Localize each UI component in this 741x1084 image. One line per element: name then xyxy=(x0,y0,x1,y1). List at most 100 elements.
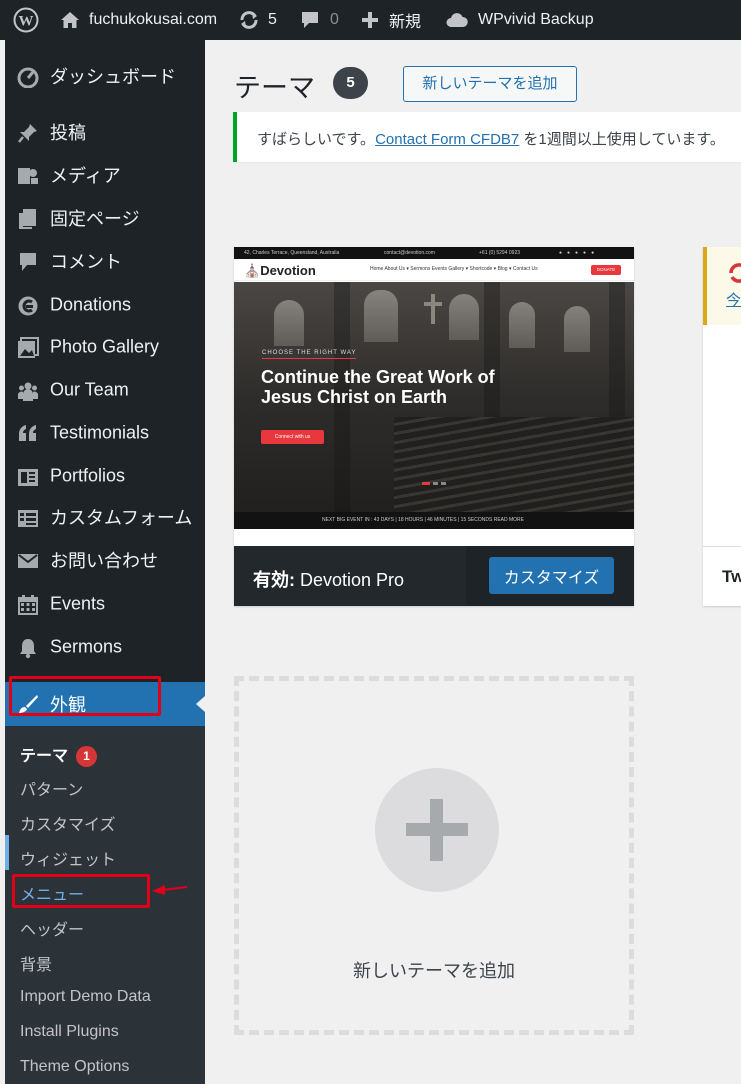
window-arch xyxy=(449,294,479,340)
menu-contact[interactable]: お問い合わせ xyxy=(5,540,205,580)
add-new-theme-label: 新しいテーマを追加 xyxy=(353,961,515,981)
submenu-patterns[interactable]: パターン xyxy=(20,776,83,800)
menu-label: Donations xyxy=(50,294,132,315)
screenshot-email: contact@devotion.com xyxy=(384,250,435,256)
screenshot-headline: Continue the Great Work of Jesus Christ … xyxy=(261,367,495,407)
updates-count: 5 xyxy=(268,11,277,28)
menu-label: Photo Gallery xyxy=(50,336,160,357)
menu-posts[interactable]: 投稿 xyxy=(5,112,205,152)
menu-dashboard[interactable]: ダッシュボード xyxy=(5,56,205,96)
submenu-widgets[interactable]: ウィジェット xyxy=(20,846,116,870)
submenu-label: Import Demo Data xyxy=(20,988,151,1005)
new-content-link[interactable]: 新規 xyxy=(361,0,421,40)
calendar-icon xyxy=(17,594,39,616)
menu-pages[interactable]: 固定ページ xyxy=(5,198,205,238)
notice-suffix: を1週間以上使用しています。 xyxy=(519,131,725,148)
admin-notice: すばらしいです。Contact Form CFDB7 を1週間以上使用しています… xyxy=(233,112,741,162)
svg-text:W: W xyxy=(19,14,34,30)
notice-text: すばらしいです。Contact Form CFDB7 を1週間以上使用しています… xyxy=(257,128,725,149)
gallery-icon xyxy=(17,337,39,359)
menu-label: Sermons xyxy=(50,636,123,657)
new-label: 新規 xyxy=(389,14,422,31)
customize-button[interactable]: カスタマイズ xyxy=(489,557,614,594)
submenu-header[interactable]: ヘッダー xyxy=(20,916,84,940)
screenshot-topbar: 42, Charles Terrace, Queensland, Austral… xyxy=(234,247,634,259)
menu-label: 固定ページ xyxy=(50,209,140,229)
menu-custom-form[interactable]: カスタムフォーム xyxy=(5,497,205,537)
add-new-theme-card[interactable]: 新しいテーマを追加 xyxy=(234,676,634,1035)
submenu-theme-options[interactable]: Theme Options xyxy=(20,1058,129,1076)
wordpress-logo-icon[interactable]: W xyxy=(13,0,39,40)
menu-portfolios[interactable]: Portfolios xyxy=(5,456,205,496)
menu-label: 投稿 xyxy=(50,123,86,143)
add-plus-icon xyxy=(375,768,499,892)
menu-label: Events xyxy=(50,593,106,614)
wpvivid-backup-link[interactable]: WPvivid Backup xyxy=(446,0,594,40)
theme-card-partial-footer: Tw xyxy=(703,546,741,606)
cloud-icon xyxy=(446,12,468,28)
submenu-import-demo-data[interactable]: Import Demo Data xyxy=(20,988,151,1006)
screenshot-social-icons: ●●●●● xyxy=(559,250,600,256)
plus-icon xyxy=(361,11,379,29)
menu-label: カスタムフォーム xyxy=(50,508,193,528)
menu-events[interactable]: Events xyxy=(5,584,205,624)
window-arch xyxy=(364,290,398,342)
screenshot-kicker: CHOOSE THE RIGHT WAY xyxy=(262,350,357,359)
submenu-label: Install Plugins xyxy=(20,1023,119,1040)
admin-sidebar: ダッシュボード 投稿 メディア 固定ページ コメント Donations Pho… xyxy=(5,40,205,1084)
submenu-themes[interactable]: テーマ 1 xyxy=(20,742,98,768)
menu-donations[interactable]: Donations xyxy=(5,285,205,325)
menu-label: メディア xyxy=(50,166,121,186)
page-title: テーマ xyxy=(234,73,315,103)
menu-photo-gallery[interactable]: Photo Gallery xyxy=(5,327,205,367)
comments-count: 0 xyxy=(330,11,339,28)
menu-label: Our Team xyxy=(50,379,129,400)
submenu-label: パターン xyxy=(20,782,84,799)
menu-testimonials[interactable]: Testimonials xyxy=(5,413,205,453)
notice-prefix: すばらしいです。 xyxy=(257,131,376,148)
window-arch xyxy=(274,300,304,346)
notice-plugin-link[interactable]: Contact Form CFDB7 xyxy=(375,131,519,148)
annotation-box-menus xyxy=(12,874,150,908)
submenu-label: テーマ xyxy=(20,748,69,765)
pages-icon xyxy=(17,208,39,230)
update-icon xyxy=(729,263,741,283)
site-link[interactable]: fuchukokusai.com xyxy=(60,0,217,40)
menu-our-team[interactable]: Our Team xyxy=(5,370,205,410)
menu-label: Portfolios xyxy=(50,465,126,486)
theme-card-partial[interactable]: 今 Tw xyxy=(703,247,741,606)
comments-link[interactable]: 0 xyxy=(300,0,339,40)
submenu-customize[interactable]: カスタマイズ xyxy=(20,811,116,835)
quote-icon xyxy=(17,423,39,445)
slider-dots-icon xyxy=(422,482,446,485)
menu-media[interactable]: メディア xyxy=(5,155,205,195)
screenshot-hero: CHOOSE THE RIGHT WAY Continue the Great … xyxy=(234,282,634,529)
menu-label: お問い合わせ xyxy=(50,551,158,571)
update-available-notice: 今 xyxy=(703,247,741,325)
menu-comments[interactable]: コメント xyxy=(5,241,205,281)
screenshot-menu: Home About Us ▾ Sermons Events Gallery ▾… xyxy=(370,266,538,272)
window-arch xyxy=(564,306,590,352)
donations-icon xyxy=(17,295,39,317)
active-indicator xyxy=(196,696,205,712)
active-theme-card[interactable]: 42, Charles Terrace, Queensland, Austral… xyxy=(234,247,634,606)
menu-label: ダッシュボード xyxy=(50,67,176,87)
annotation-arrow-icon xyxy=(152,885,188,895)
add-new-theme-button[interactable]: 新しいテーマを追加 xyxy=(403,66,577,102)
mail-icon xyxy=(17,550,39,572)
menu-sermons[interactable]: Sermons xyxy=(5,627,205,667)
pin-icon xyxy=(17,122,39,144)
screenshot-nav: ⛪Devotion Home About Us ▾ Sermons Events… xyxy=(234,259,634,281)
portfolio-icon xyxy=(17,466,39,488)
submenu-label: ヘッダー xyxy=(20,922,85,939)
menu-focus-indicator xyxy=(5,835,9,870)
update-now-link[interactable]: 今 xyxy=(726,289,741,310)
theme-card-footer: 有効: Devotion Pro カスタマイズ xyxy=(234,546,634,606)
submenu-install-plugins[interactable]: Install Plugins xyxy=(20,1023,119,1041)
submenu-background[interactable]: 背景 xyxy=(20,951,52,975)
updates-link[interactable]: 5 xyxy=(238,0,277,40)
screenshot-event-bar: NEXT BIG EVENT IN : 43 DAYS | 18 HOURS |… xyxy=(234,512,634,529)
annotation-box-appearance xyxy=(9,676,161,716)
update-badge: 1 xyxy=(76,746,98,768)
comment-icon xyxy=(17,251,39,273)
